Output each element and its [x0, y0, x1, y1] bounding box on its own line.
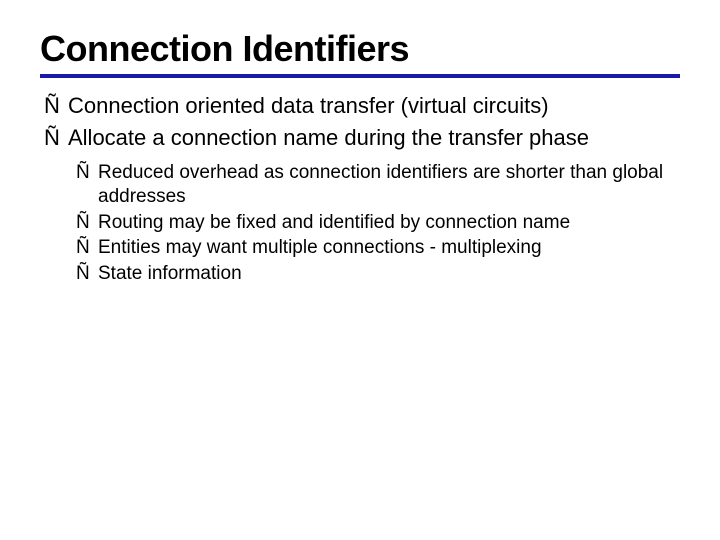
list-item: State information — [74, 262, 680, 286]
sub-list: Reduced overhead as connection identifie… — [74, 161, 680, 286]
slide-title: Connection Identifiers — [40, 28, 680, 78]
list-item: Reduced overhead as connection identifie… — [74, 161, 680, 209]
list-item: Routing may be fixed and identified by c… — [74, 211, 680, 235]
list-item: Entities may want multiple connections -… — [74, 236, 680, 260]
list-item: Allocate a connection name during the tr… — [40, 124, 680, 152]
main-list: Connection oriented data transfer (virtu… — [40, 92, 680, 151]
list-item: Connection oriented data transfer (virtu… — [40, 92, 680, 120]
